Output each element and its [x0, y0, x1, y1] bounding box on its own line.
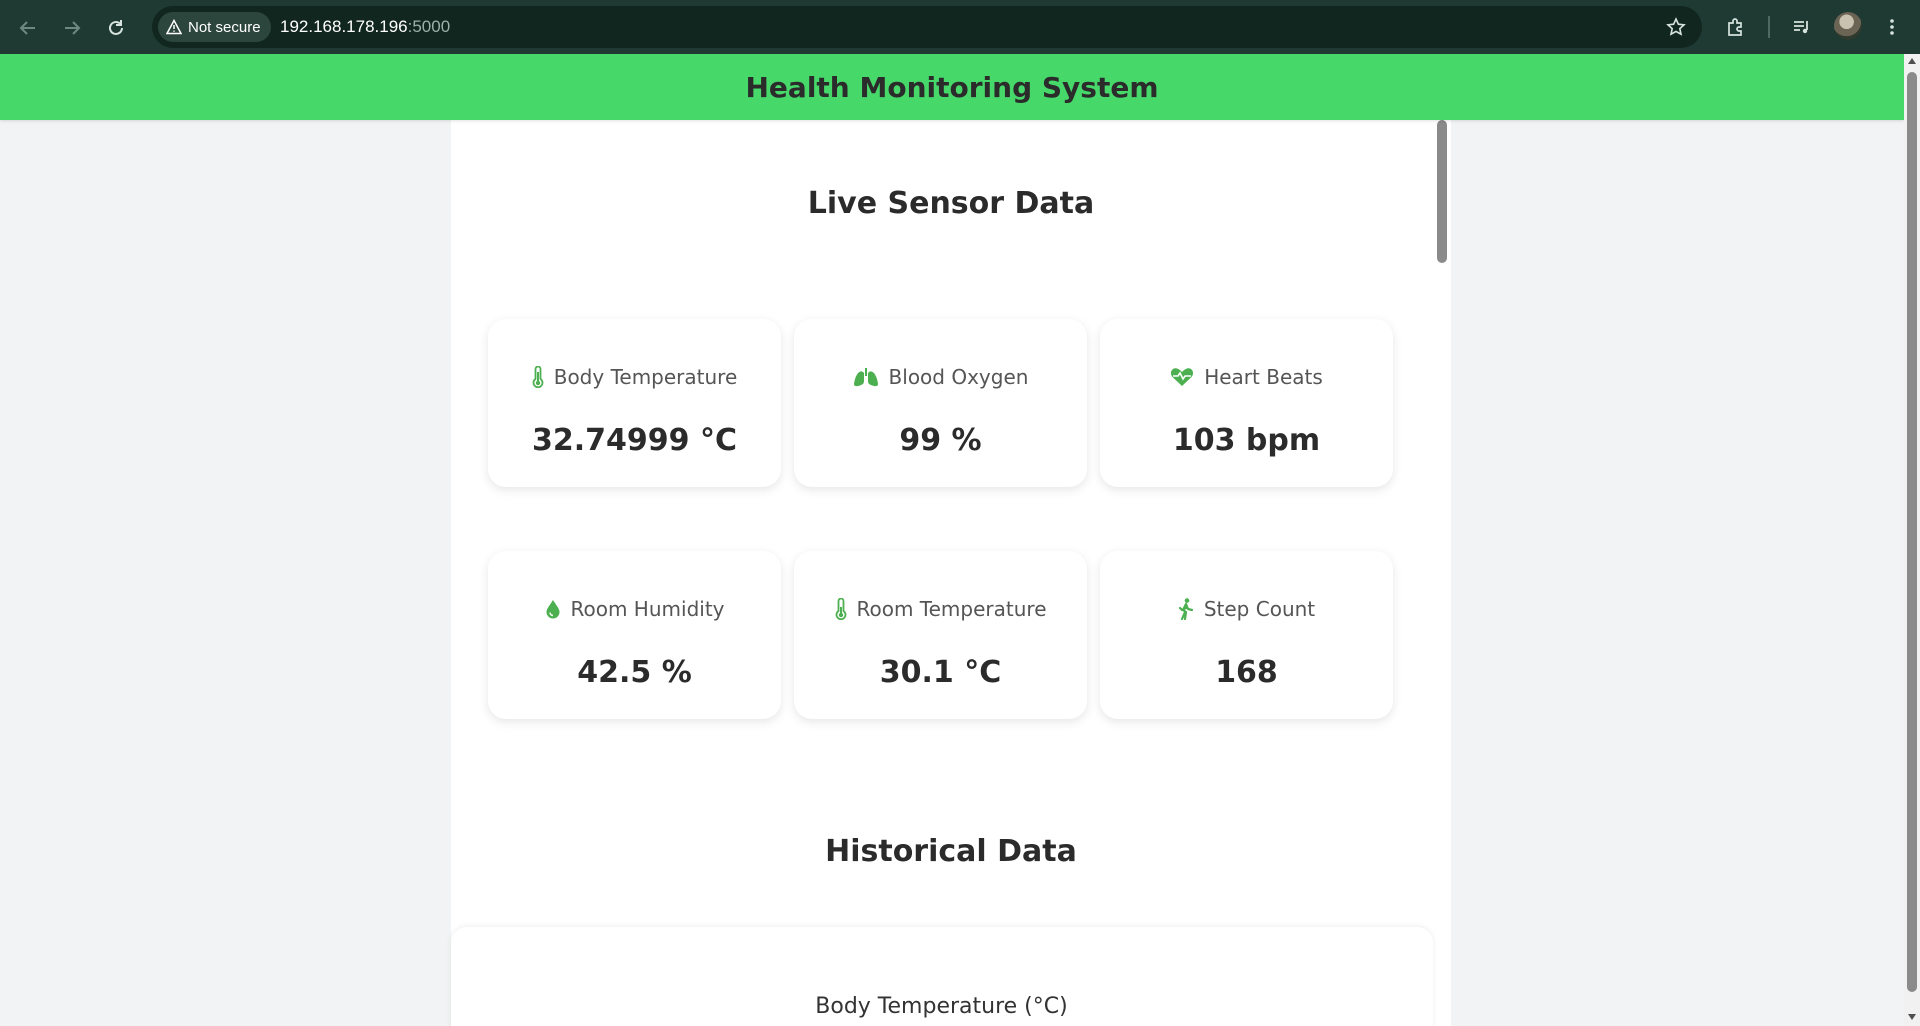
media-controls-button[interactable]: [1786, 11, 1818, 43]
step-count-card: Step Count 168: [1100, 551, 1393, 719]
browser-menu-button[interactable]: [1876, 11, 1908, 43]
card-label: Blood Oxygen: [794, 365, 1087, 389]
heart-beats-label: Heart Beats: [1204, 365, 1323, 389]
thermometer-icon: [835, 598, 846, 620]
back-button[interactable]: [12, 12, 44, 44]
heartbeat-icon: [1171, 368, 1194, 386]
body-temperature-label: Body Temperature: [553, 365, 738, 389]
blood-oxygen-card: Blood Oxygen 99 %: [794, 319, 1087, 487]
browser-toolbar: Not secure 192.168.178.196:5000: [0, 0, 1920, 54]
body-temperature-chart-title: Body Temperature (°C): [815, 994, 1068, 1019]
bookmark-button[interactable]: [1660, 11, 1692, 43]
room-temperature-label: Room Temperature: [856, 597, 1047, 621]
star-icon: [1666, 17, 1686, 36]
room-humidity-label: Room Humidity: [570, 597, 725, 621]
arrow-left-icon: [19, 21, 35, 35]
body-temperature-card: Body Temperature 32.74999 °C: [488, 319, 781, 487]
walking-icon: [1178, 598, 1193, 620]
arrow-right-icon: [65, 21, 81, 35]
playlist-icon: [1794, 21, 1808, 34]
scroll-up-arrow-icon[interactable]: [1908, 58, 1916, 64]
scroll-down-arrow-icon[interactable]: [1908, 1014, 1916, 1020]
forward-button[interactable]: [56, 12, 88, 44]
more-vertical-icon: [1890, 19, 1894, 35]
blood-oxygen-value: 99 %: [899, 423, 982, 458]
url-host: 192.168.178.196: [280, 17, 408, 36]
reload-button[interactable]: [100, 12, 132, 44]
room-humidity-value: 42.5 %: [577, 655, 692, 690]
page-scrollbar-thumb[interactable]: [1907, 72, 1917, 992]
step-count-value: 168: [1215, 655, 1278, 690]
card-label: Room Temperature: [794, 597, 1087, 621]
warning-icon: [166, 19, 182, 35]
card-label: Body Temperature: [488, 365, 781, 389]
page-viewport: Health Monitoring System Live Sensor Dat…: [0, 54, 1904, 1026]
step-count-label: Step Count: [1203, 597, 1316, 621]
card-label: Heart Beats: [1100, 365, 1393, 389]
profile-avatar[interactable]: [1834, 12, 1862, 40]
page-scrollbar[interactable]: [1904, 54, 1920, 1026]
url-port: :5000: [407, 17, 451, 36]
thermometer-icon: [532, 366, 544, 388]
security-chip[interactable]: Not secure: [158, 12, 271, 42]
droplet-icon: [546, 600, 559, 619]
live-sensor-title: Live Sensor Data: [807, 186, 1095, 221]
historical-data-title: Historical Data: [825, 834, 1077, 869]
heart-beats-card: Heart Beats 103 bpm: [1100, 319, 1393, 487]
lungs-icon: [853, 368, 878, 387]
reload-icon: [109, 20, 123, 35]
room-humidity-card: Room Humidity 42.5 %: [488, 551, 781, 719]
puzzle-icon: [1728, 18, 1742, 36]
card-label: Step Count: [1100, 597, 1393, 621]
room-temperature-value: 30.1 °C: [879, 655, 1002, 690]
room-temperature-card: Room Temperature 30.1 °C: [794, 551, 1087, 719]
app-title: Health Monitoring System: [745, 70, 1159, 104]
toolbar-divider: [1768, 16, 1770, 38]
body-temperature-value: 32.74999 °C: [532, 423, 737, 458]
url-text[interactable]: 192.168.178.196:5000: [280, 17, 450, 37]
security-label: Not secure: [188, 18, 261, 36]
heart-beats-value: 103 bpm: [1172, 423, 1321, 458]
address-bar[interactable]: Not secure 192.168.178.196:5000: [152, 6, 1702, 48]
app-header: Health Monitoring System: [0, 54, 1904, 120]
extensions-button[interactable]: [1720, 11, 1752, 43]
blood-oxygen-label: Blood Oxygen: [888, 365, 1029, 389]
card-label: Room Humidity: [488, 597, 781, 621]
